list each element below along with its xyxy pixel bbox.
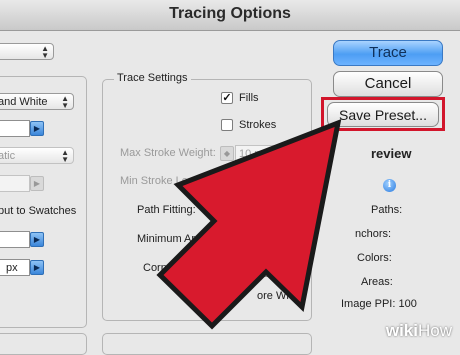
watermark-suffix: How [417, 321, 452, 340]
red-arrow-icon [156, 119, 342, 330]
red-arrow-shape [156, 119, 342, 330]
wikihow-watermark: wikiHow [386, 321, 452, 341]
watermark-prefix: wiki [385, 321, 418, 340]
